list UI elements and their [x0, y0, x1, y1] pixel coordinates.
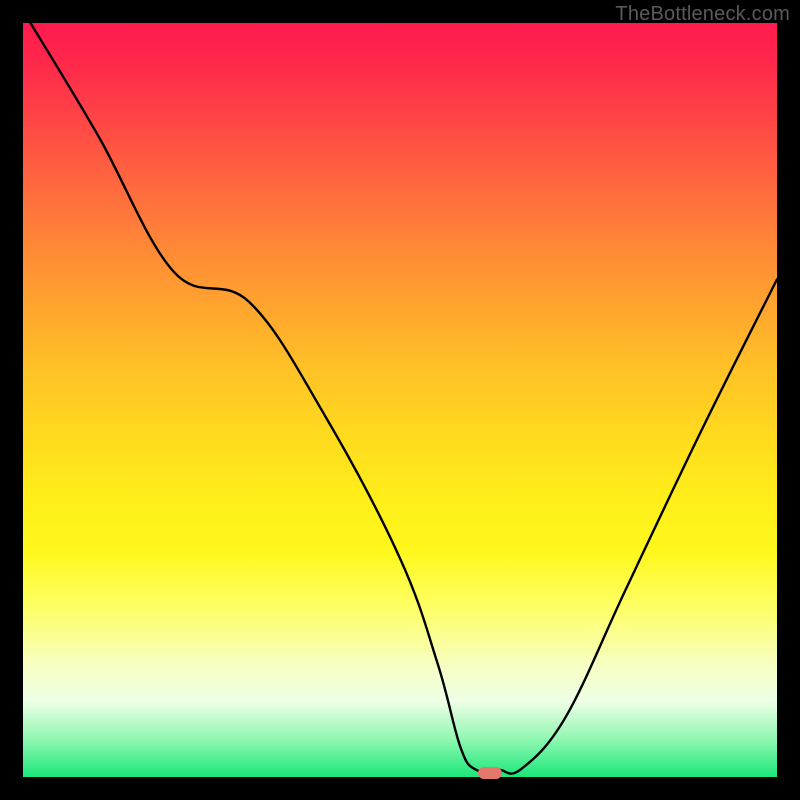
chart-frame: TheBottleneck.com: [0, 0, 800, 800]
optimal-marker: [478, 767, 502, 779]
watermark-text: TheBottleneck.com: [615, 3, 790, 26]
bottleneck-curve: [23, 23, 777, 777]
plot-area: [23, 23, 777, 777]
curve-path: [31, 23, 777, 774]
